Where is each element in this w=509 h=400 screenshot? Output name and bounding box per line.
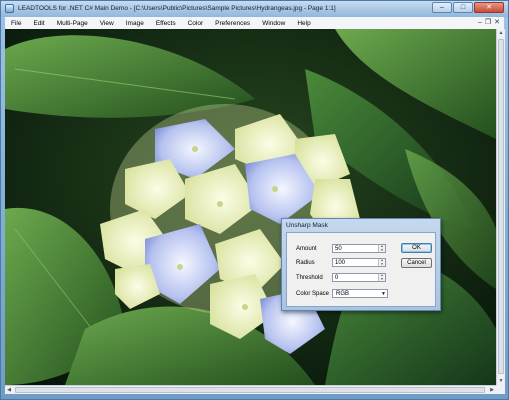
spinner-arrows-icon[interactable]: ▲ ▼ <box>378 258 385 266</box>
vertical-scrollbar[interactable]: ▲ ▼ <box>496 29 505 385</box>
menu-multi-page[interactable]: Multi-Page <box>51 20 94 27</box>
document-restore-icon[interactable]: ❐ <box>485 17 491 29</box>
menu-view[interactable]: View <box>94 20 120 27</box>
radius-spinner[interactable]: 100 ▲ ▼ <box>332 258 386 267</box>
menu-window[interactable]: Window <box>256 20 291 27</box>
menu-edit[interactable]: Edit <box>27 20 50 27</box>
color-space-label: Color Space <box>296 291 330 297</box>
scroll-up-icon[interactable]: ▲ <box>497 29 505 37</box>
image-viewer[interactable] <box>5 29 496 385</box>
threshold-value[interactable]: 0 <box>335 275 338 281</box>
app-window: LEADTOOLS for .NET C# Main Demo - [C:\Us… <box>0 0 509 400</box>
color-space-select[interactable]: RGB ▼ <box>332 289 388 298</box>
title-bar[interactable]: LEADTOOLS for .NET C# Main Demo - [C:\Us… <box>1 1 508 17</box>
threshold-label: Threshold <box>296 275 323 281</box>
amount-spinner[interactable]: 50 ▲ ▼ <box>332 244 386 253</box>
vertical-scroll-thumb[interactable] <box>498 39 504 374</box>
menu-file[interactable]: File <box>5 20 27 27</box>
menu-help[interactable]: Help <box>291 20 316 27</box>
dialog-title: Unsharp Mask <box>286 222 328 229</box>
scroll-right-icon[interactable]: ▶ <box>488 386 496 394</box>
document-minimize-icon[interactable]: – <box>478 17 482 29</box>
menu-color[interactable]: Color <box>182 20 210 27</box>
unsharp-mask-dialog: Unsharp Mask Amount 50 ▲ ▼ Radius 100 ▲ ▼ … <box>281 218 441 311</box>
chevron-down-icon[interactable]: ▼ <box>381 291 386 297</box>
menu-image[interactable]: Image <box>120 20 150 27</box>
close-button[interactable]: ✕ <box>474 2 504 13</box>
menu-preferences[interactable]: Preferences <box>209 20 256 27</box>
minimize-button[interactable]: – <box>432 2 452 13</box>
radius-value[interactable]: 100 <box>335 260 345 266</box>
color-space-value[interactable]: RGB <box>336 291 349 297</box>
amount-value[interactable]: 50 <box>335 246 342 252</box>
horizontal-scroll-thumb[interactable] <box>15 387 485 393</box>
amount-label: Amount <box>296 246 317 252</box>
menu-bar: File Edit Multi-Page View Image Effects … <box>5 17 504 29</box>
dialog-body: Amount 50 ▲ ▼ Radius 100 ▲ ▼ Threshold 0 ▲… <box>286 232 436 307</box>
scroll-down-icon[interactable]: ▼ <box>497 377 505 385</box>
hydrangea-photo <box>5 29 496 385</box>
spinner-arrows-icon[interactable]: ▲ ▼ <box>378 273 385 281</box>
maximize-button[interactable]: □ <box>453 2 473 13</box>
app-icon <box>5 4 14 13</box>
scroll-left-icon[interactable]: ◀ <box>5 386 13 394</box>
threshold-spinner[interactable]: 0 ▲ ▼ <box>332 273 386 282</box>
radius-label: Radius <box>296 260 315 266</box>
window-title: LEADTOOLS for .NET C# Main Demo - [C:\Us… <box>18 5 336 12</box>
ok-button[interactable]: OK <box>401 243 432 253</box>
horizontal-scrollbar[interactable]: ◀ ▶ <box>5 385 496 394</box>
cancel-button[interactable]: Cancel <box>401 258 432 268</box>
menu-effects[interactable]: Effects <box>150 20 182 27</box>
spinner-arrows-icon[interactable]: ▲ ▼ <box>378 244 385 252</box>
document-close-icon[interactable]: ✕ <box>494 17 500 29</box>
size-grip[interactable] <box>496 385 505 394</box>
